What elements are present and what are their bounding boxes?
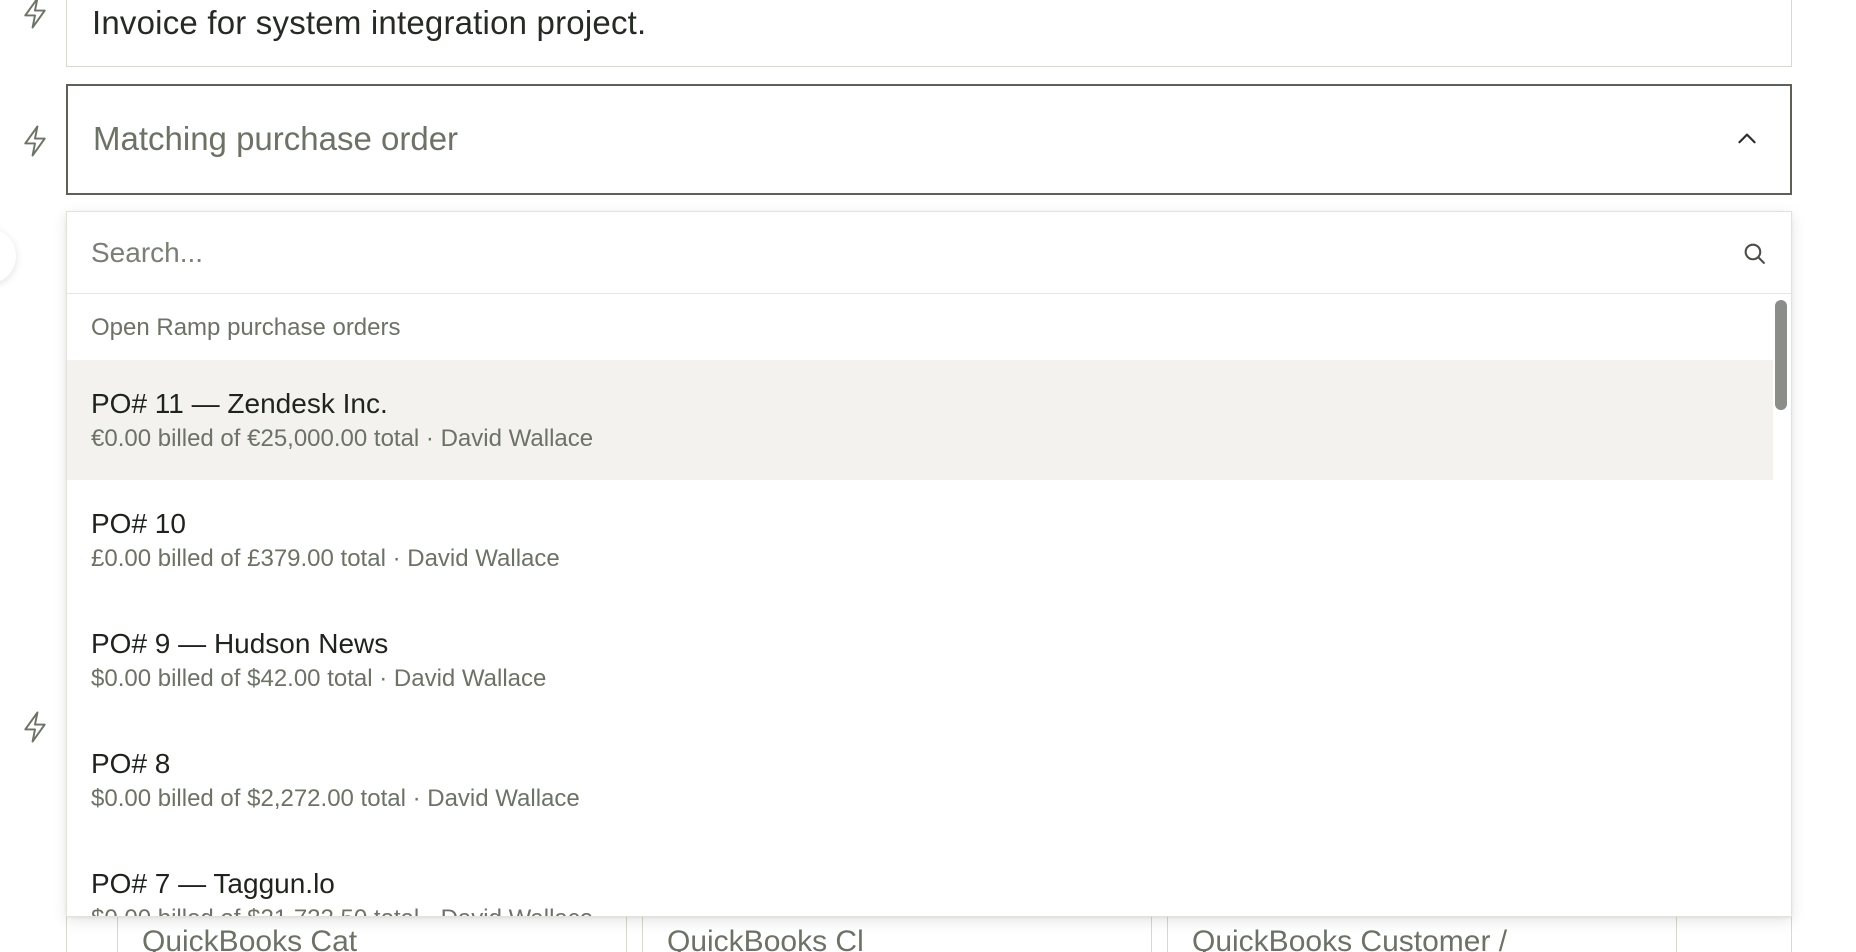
purchase-order-list: Open Ramp purchase orders PO# 11 — Zende…	[67, 294, 1773, 916]
search-icon	[1742, 241, 1767, 266]
po-option-10[interactable]: PO# 10 £0.00 billed of £379.00 total · D…	[67, 480, 1773, 600]
bolt-icon	[20, 124, 50, 158]
quickbooks-field-label: QuickBooks Cl	[667, 925, 864, 952]
po-option-subtitle: $0.00 billed of $21,722.50 total · David…	[91, 902, 1773, 916]
search-input[interactable]	[91, 230, 1691, 276]
po-option-9[interactable]: PO# 9 — Hudson News $0.00 billed of $42.…	[67, 600, 1773, 720]
bolt-icon	[20, 710, 50, 744]
side-bubble[interactable]	[0, 228, 16, 284]
purchase-order-select[interactable]: Matching purchase order	[66, 84, 1792, 195]
description-field[interactable]: Invoice for system integration project.	[66, 0, 1792, 67]
purchase-order-placeholder: Matching purchase order	[93, 120, 459, 157]
page: Invoice for system integration project. …	[0, 0, 1856, 952]
po-option-subtitle: £0.00 billed of £379.00 total · David Wa…	[91, 545, 560, 572]
po-option-title: PO# 7 — Taggun.lo	[91, 868, 335, 899]
quickbooks-field-label: QuickBooks Customer /	[1192, 925, 1508, 952]
po-option-subtitle: $0.00 billed of $42.00 total · David Wal…	[91, 665, 547, 692]
quickbooks-field-label: QuickBooks Cat	[142, 925, 358, 952]
description-value: Invoice for system integration project.	[92, 4, 647, 41]
po-option-title: PO# 11 — Zendesk Inc.	[91, 388, 388, 419]
dropdown-search-row	[67, 212, 1791, 294]
purchase-order-dropdown: Open Ramp purchase orders PO# 11 — Zende…	[66, 211, 1792, 917]
po-option-11[interactable]: PO# 11 — Zendesk Inc. €0.00 billed of €2…	[67, 360, 1773, 480]
group-header: Open Ramp purchase orders	[91, 314, 401, 341]
po-option-7[interactable]: PO# 7 — Taggun.lo $0.00 billed of $21,72…	[67, 840, 1773, 916]
po-option-title: PO# 10	[91, 508, 186, 539]
po-option-subtitle: $0.00 billed of $2,272.00 total · David …	[91, 785, 580, 812]
chevron-up-icon[interactable]	[1734, 126, 1760, 152]
bolt-icon	[20, 0, 50, 30]
po-option-subtitle: €0.00 billed of €25,000.00 total · David…	[91, 425, 594, 452]
po-option-8[interactable]: PO# 8 $0.00 billed of $2,272.00 total · …	[67, 720, 1773, 840]
po-option-title: PO# 9 — Hudson News	[91, 628, 389, 659]
dropdown-scrollbar[interactable]	[1775, 300, 1787, 410]
po-option-title: PO# 8	[91, 748, 171, 779]
